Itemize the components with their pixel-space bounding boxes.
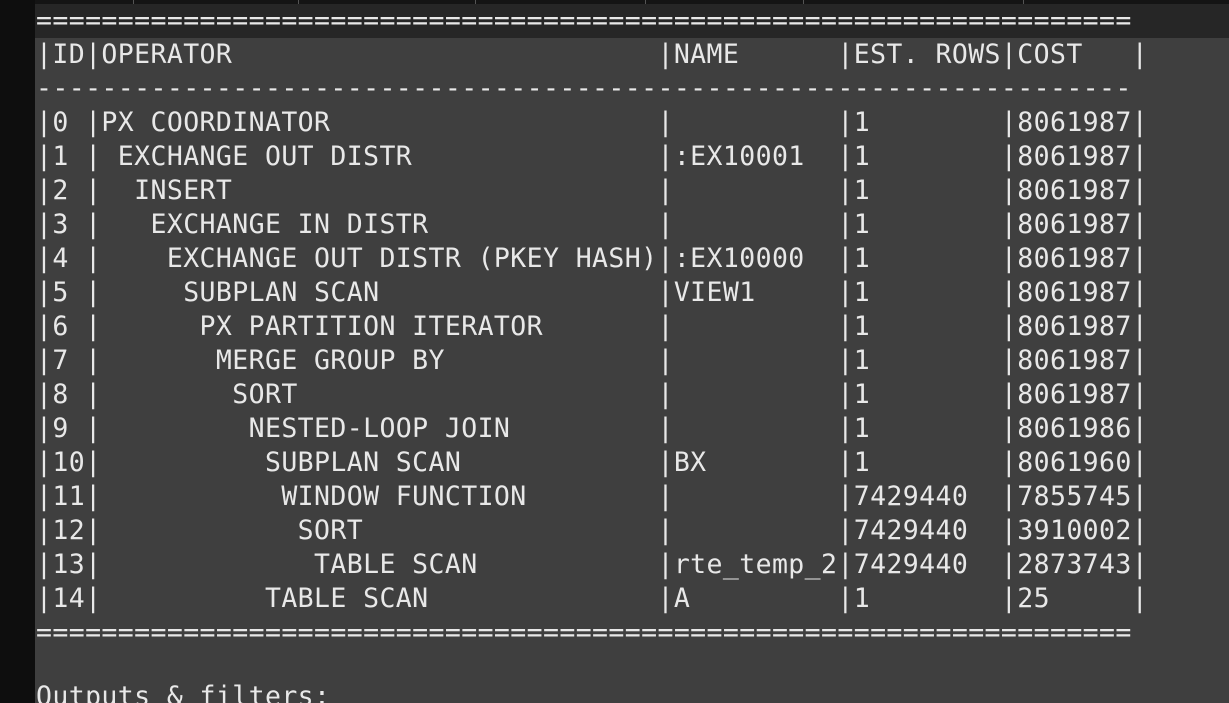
plan-header-row: |ID|OPERATOR |NAME |EST. ROWS|COST | (36, 39, 1149, 70)
left-gutter (0, 0, 35, 703)
plan-row: |8 | SORT | |1 |8061987| (36, 379, 1149, 410)
plan-row: |2 | INSERT | |1 |8061987| (36, 175, 1149, 206)
plan-border-bottom: ========================================… (36, 617, 1132, 648)
plan-row: |7 | MERGE GROUP BY | |1 |8061987| (36, 345, 1149, 376)
plan-row: |4 | EXCHANGE OUT DISTR (PKEY HASH)|:EX1… (36, 243, 1149, 274)
plan-row: |11| WINDOW FUNCTION | |7429440 |7855745… (36, 481, 1149, 512)
plan-row: |0 |PX COORDINATOR | |1 |8061987| (36, 107, 1149, 138)
plan-row: |14| TABLE SCAN |A |1 |25 | (36, 583, 1149, 614)
plan-row: |1 | EXCHANGE OUT DISTR |:EX10001 |1 |80… (36, 141, 1149, 172)
plan-row: |12| SORT | |7429440 |3910002| (36, 515, 1149, 546)
plan-border-top: ========================================… (36, 5, 1132, 36)
plan-divider: ----------------------------------------… (36, 73, 1132, 104)
terminal-window: ========================================… (0, 0, 1229, 703)
plan-row: |13| TABLE SCAN |rte_temp_2|7429440 |287… (36, 549, 1149, 580)
plan-row: |5 | SUBPLAN SCAN |VIEW1 |1 |8061987| (36, 277, 1149, 308)
plan-row: |10| SUBPLAN SCAN |BX |1 |8061960| (36, 447, 1149, 478)
plan-row: |9 | NESTED-LOOP JOIN | |1 |8061986| (36, 413, 1149, 444)
outputs-filters-heading: Outputs & filters: (36, 681, 331, 703)
plan-row: |6 | PX PARTITION ITERATOR | |1 |8061987… (36, 311, 1149, 342)
plan-row: |3 | EXCHANGE IN DISTR | |1 |8061987| (36, 209, 1149, 240)
